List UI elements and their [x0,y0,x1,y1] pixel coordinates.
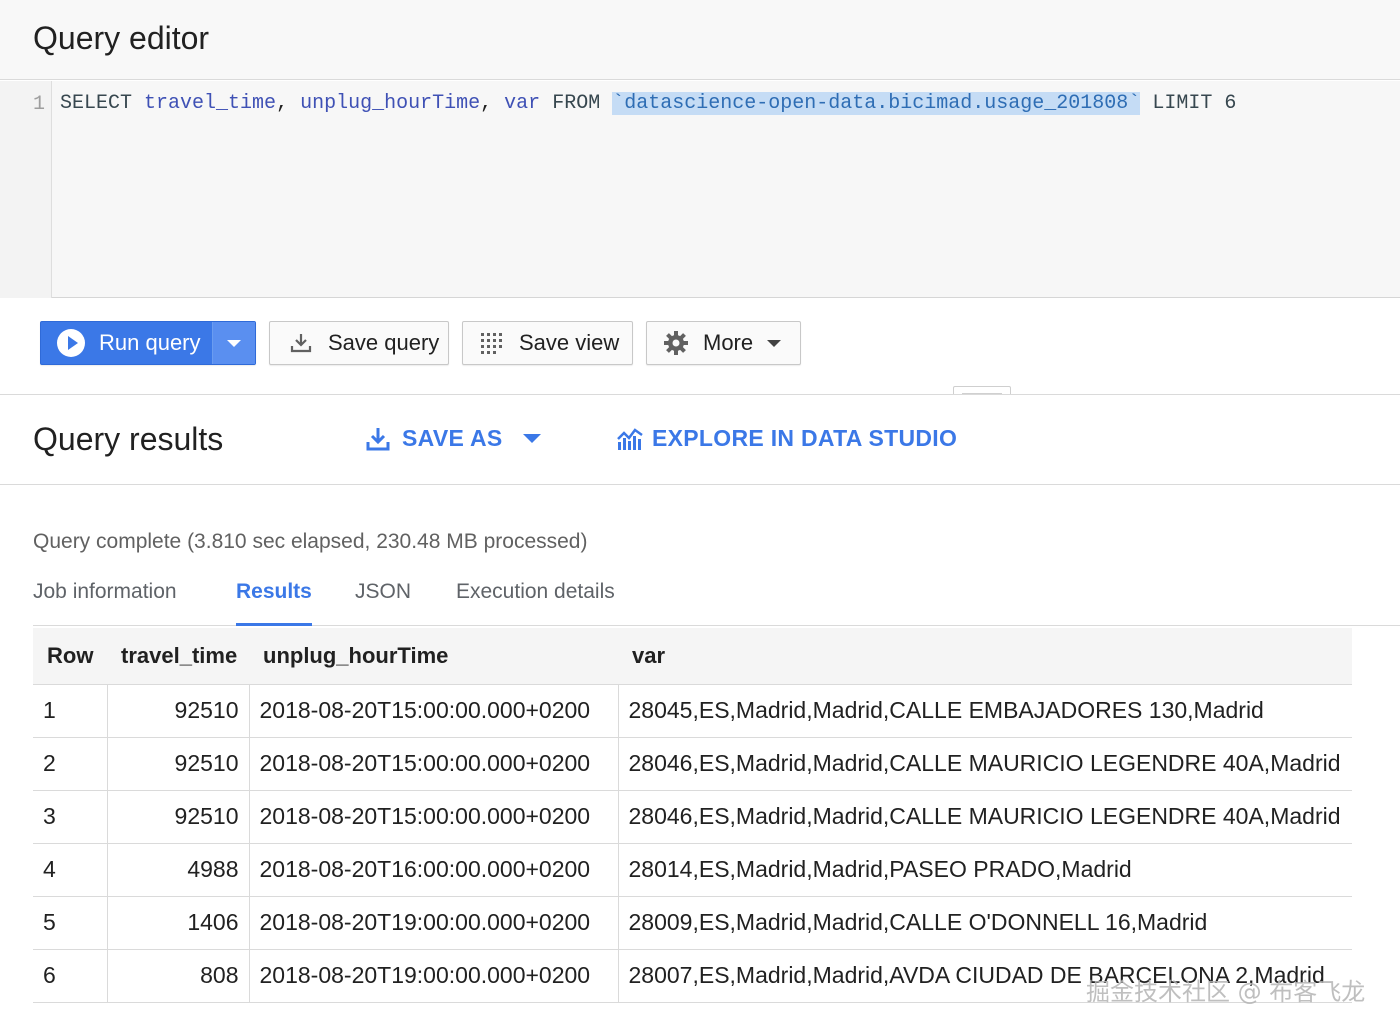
results-header: Query results SAVE AS EXPLORE IN DATA ST… [0,394,1400,485]
save-as-button[interactable]: SAVE AS [366,425,541,452]
keyword-from: FROM [552,92,601,115]
table-row: 4 4988 2018-08-20T16:00:00.000+0200 2801… [33,843,1352,897]
row-number: 1 [33,684,107,738]
travel-time-cell: 808 [106,949,249,1003]
table-row: 5 1406 2018-08-20T19:00:00.000+0200 2800… [33,896,1352,950]
save-query-button[interactable]: Save query [269,321,449,365]
travel-time-cell: 92510 [106,684,249,738]
explore-data-studio-button[interactable]: EXPLORE IN DATA STUDIO [616,425,957,452]
code-editor[interactable]: 1 SELECT travel_time, unplug_hourTime, v… [0,81,1400,298]
column-travel-time: travel_time [144,92,277,115]
limit-value: 6 [1224,92,1237,115]
tab-json[interactable]: JSON [355,580,411,626]
caret-down-icon [522,434,541,443]
code-line[interactable]: SELECT travel_time, unplug_hourTime, var… [60,91,1236,117]
unplug-hourtime-cell: 2018-08-20T15:00:00.000+0200 [248,737,618,791]
var-cell: 28045,ES,Madrid,Madrid,CALLE EMBAJADORES… [617,684,1352,738]
unplug-hourtime-cell: 2018-08-20T15:00:00.000+0200 [248,684,618,738]
results-table: Row travel_time unplug_hourTime var 1 92… [33,628,1352,1003]
gear-icon [663,330,689,356]
table-row: 3 92510 2018-08-20T15:00:00.000+0200 280… [33,790,1352,844]
travel-time-cell: 4988 [106,843,249,897]
tab-results[interactable]: Results [236,580,312,626]
table-reference: `datascience-open-data.bicimad.usage_201… [612,92,1141,115]
line-gutter: 1 [0,81,52,298]
var-cell: 28014,ES,Madrid,Madrid,PASEO PRADO,Madri… [617,843,1352,897]
run-query-button[interactable]: Run query [40,321,256,365]
line-number: 1 [33,93,46,116]
column-header-row: Row [33,628,107,685]
unplug-hourtime-cell: 2018-08-20T19:00:00.000+0200 [248,949,618,1003]
travel-time-cell: 1406 [106,896,249,950]
var-cell: 28046,ES,Madrid,Madrid,CALLE MAURICIO LE… [617,790,1352,844]
column-header-travel-time: travel_time [107,628,249,685]
caret-down-icon [767,339,782,347]
run-options-dropdown[interactable] [212,322,255,364]
unplug-hourtime-cell: 2018-08-20T19:00:00.000+0200 [248,896,618,950]
save-view-label: Save view [519,330,620,355]
travel-time-cell: 92510 [106,737,249,791]
var-cell: 28046,ES,Madrid,Madrid,CALLE MAURICIO LE… [617,737,1352,791]
data-studio-icon [617,427,643,450]
watermark: 掘金技术社区 @ 布客飞龙 [1086,978,1366,1006]
play-icon [57,329,85,357]
column-unplug-hourtime: unplug_hourTime [300,92,481,115]
editor-header: Query editor [0,0,1400,80]
save-as-label: SAVE AS [402,425,503,451]
explore-label: EXPLORE IN DATA STUDIO [652,425,958,451]
editor-toolbar: Run query Save query Save view More [0,298,1400,396]
run-query-main[interactable]: Run query [41,322,212,364]
download-icon [288,330,314,356]
save-view-button[interactable]: Save view [462,321,633,365]
table-row: 1 92510 2018-08-20T15:00:00.000+0200 280… [33,684,1352,738]
more-label: More [703,330,754,355]
save-query-label: Save query [328,330,440,355]
tab-job-information[interactable]: Job information [33,580,177,626]
row-number: 3 [33,790,107,844]
results-tabs: Job information Results JSON Execution d… [33,576,1400,626]
column-header-unplug-hourtime: unplug_hourTime [249,628,618,685]
comma: , [480,92,493,115]
row-number: 2 [33,737,107,791]
row-number: 4 [33,843,107,897]
grid-icon [479,330,505,356]
keyword-limit: LIMIT [1152,92,1213,115]
tab-execution-details[interactable]: Execution details [456,580,615,626]
editor-title: Query editor [33,20,210,56]
run-query-label: Run query [99,330,201,355]
column-var: var [504,92,541,115]
caret-down-icon [227,339,242,347]
table-row: 2 92510 2018-08-20T15:00:00.000+0200 280… [33,737,1352,791]
var-cell: 28009,ES,Madrid,Madrid,CALLE O'DONNELL 1… [617,896,1352,950]
more-button[interactable]: More [646,321,801,365]
travel-time-cell: 92510 [106,790,249,844]
table-header-row: Row travel_time unplug_hourTime var [33,628,1352,685]
unplug-hourtime-cell: 2018-08-20T15:00:00.000+0200 [248,790,618,844]
keyword-select: SELECT [60,92,133,115]
unplug-hourtime-cell: 2018-08-20T16:00:00.000+0200 [248,843,618,897]
row-number: 5 [33,896,107,950]
row-number: 6 [33,949,107,1003]
save-as-icon [366,427,390,450]
column-header-var: var [618,628,1352,685]
query-status: Query complete (3.810 sec elapsed, 230.4… [33,530,588,553]
results-title: Query results [33,421,224,457]
comma: , [276,92,289,115]
